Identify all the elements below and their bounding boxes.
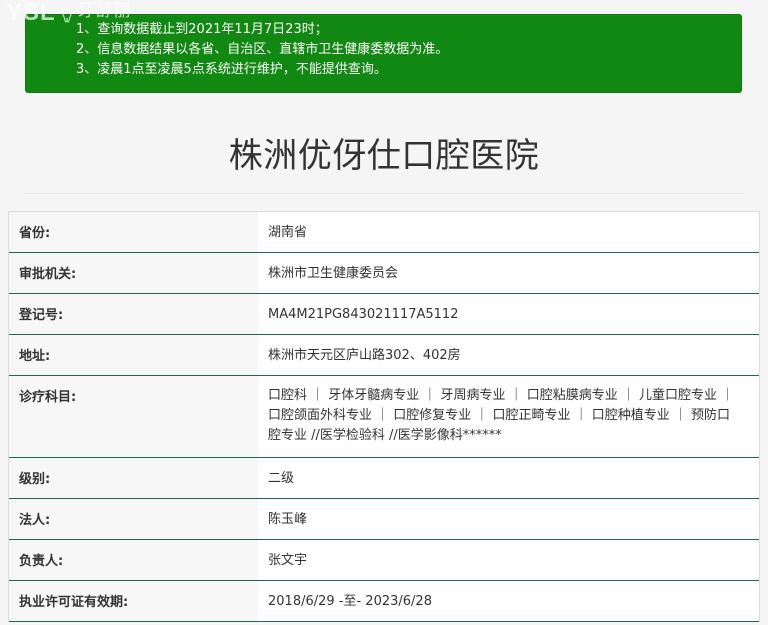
row-label: 法人:	[9, 499, 258, 539]
notice-banner: 1、查询数据截止到2021年11月7日23时； 2、信息数据结果以各省、自治区、…	[25, 14, 742, 93]
details-table: 省份: 湖南省 审批机关: 株洲市卫生健康委员会 登记号: MA4M21PG84…	[8, 211, 760, 622]
row-address: 地址: 株洲市天元区庐山路302、402房	[9, 335, 759, 376]
row-label: 执业许可证有效期:	[9, 581, 258, 621]
row-license-validity: 执业许可证有效期: 2018/6/29 -至- 2023/6/28	[9, 581, 759, 622]
row-label: 级别:	[9, 458, 258, 498]
row-registration-number: 登记号: MA4M21PG843021117A5112	[9, 294, 759, 335]
row-value: 陈玉峰	[258, 499, 759, 539]
row-value: 株洲市卫生健康委员会	[258, 253, 759, 293]
row-label: 省份:	[9, 212, 258, 252]
row-value: 口腔科 ｜ 牙体牙髓病专业 ｜ 牙周病专业 ｜ 口腔粘膜病专业 ｜ 儿童口腔专业…	[258, 376, 759, 457]
row-value: 张文宇	[258, 540, 759, 580]
hospital-detail-page: YSL 牙舒丽 1、查询数据截止到2021年11月7日23时； 2、信息数据结果…	[0, 0, 768, 625]
row-label: 地址:	[9, 335, 258, 375]
row-province: 省份: 湖南省	[9, 212, 759, 253]
row-value: 二级	[258, 458, 759, 498]
row-label: 审批机关:	[9, 253, 258, 293]
notice-line-2: 2、信息数据结果以各省、自治区、直辖市卫生健康委数据为准。	[76, 42, 449, 57]
notice-line-1: 1、查询数据截止到2021年11月7日23时；	[76, 22, 328, 37]
page-title: 株洲优伢仕口腔医院	[228, 136, 540, 176]
row-value: 湖南省	[258, 212, 759, 252]
row-legal-person: 法人: 陈玉峰	[9, 499, 759, 540]
row-value: 2018/6/29 -至- 2023/6/28	[258, 581, 759, 621]
row-label: 登记号:	[9, 294, 258, 334]
notice-line-3: 3、凌晨1点至凌晨5点系统进行维护，不能提供查询。	[76, 62, 387, 77]
row-value: 株洲市天元区庐山路302、402房	[258, 335, 759, 375]
row-departments: 诊疗科目: 口腔科 ｜ 牙体牙髓病专业 ｜ 牙周病专业 ｜ 口腔粘膜病专业 ｜ …	[9, 376, 759, 458]
row-person-in-charge: 负责人: 张文宇	[9, 540, 759, 581]
row-level: 级别: 二级	[9, 458, 759, 499]
title-section: 株洲优伢仕口腔医院	[24, 133, 744, 194]
row-label: 诊疗科目:	[9, 376, 258, 457]
row-value: MA4M21PG843021117A5112	[258, 294, 759, 334]
row-approval-authority: 审批机关: 株洲市卫生健康委员会	[9, 253, 759, 294]
row-label: 负责人:	[9, 540, 258, 580]
